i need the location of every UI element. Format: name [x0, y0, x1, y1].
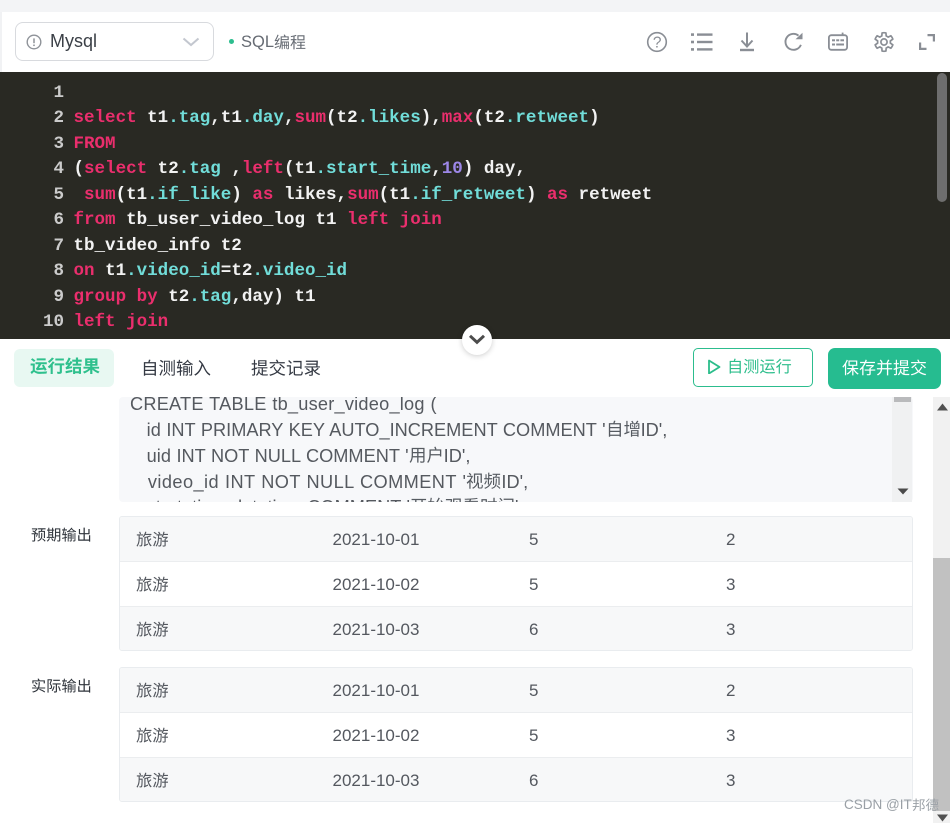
svg-text:?: ? — [653, 35, 662, 52]
